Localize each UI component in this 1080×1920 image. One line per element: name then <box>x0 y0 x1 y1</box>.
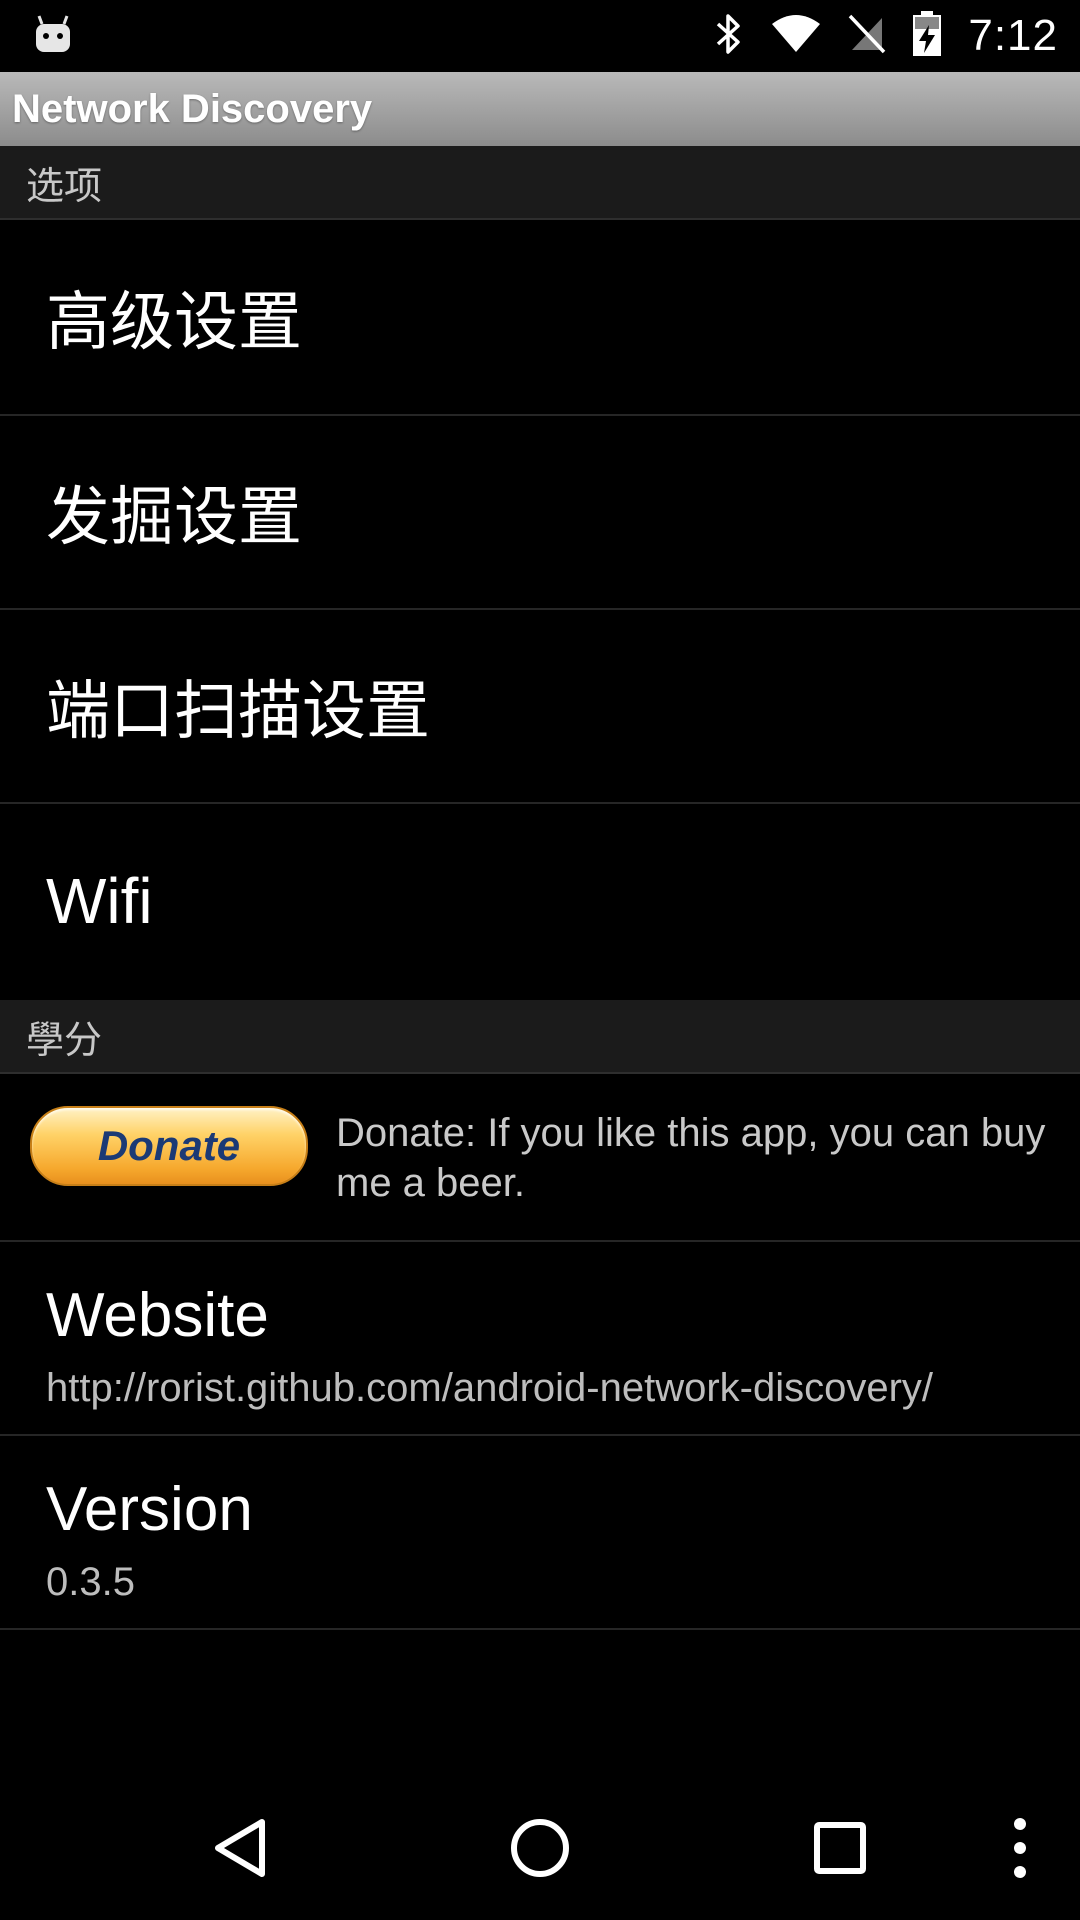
pref-title: Website <box>46 1281 269 1350</box>
overflow-menu-icon[interactable] <box>990 1776 1050 1920</box>
pref-advanced-settings[interactable]: 高级设置 <box>0 220 1080 416</box>
navigation-bar <box>0 1776 1080 1920</box>
bluetooth-icon <box>714 12 744 60</box>
recents-icon[interactable] <box>780 1776 900 1920</box>
app-title: Network Discovery <box>12 86 373 131</box>
donate-description: Donate: If you like this app, you can bu… <box>336 1111 1046 1205</box>
status-bar: 7:12 <box>0 0 1080 72</box>
pref-title: Version <box>46 1475 253 1544</box>
pref-wifi[interactable]: Wifi <box>0 804 1080 998</box>
pref-version[interactable]: Version 0.3.5 <box>0 1436 1080 1630</box>
donate-button[interactable]: Donate <box>30 1106 308 1186</box>
pref-port-scan-settings[interactable]: 端口扫描设置 <box>0 610 1080 804</box>
pref-title: 高级设置 <box>46 286 302 360</box>
pref-donate[interactable]: Donate Donate: If you like this app, you… <box>0 1074 1080 1242</box>
donate-button-label: Donate <box>97 1122 241 1169</box>
section-header-options: 选项 <box>0 146 1080 220</box>
section-title: 选项 <box>26 163 103 208</box>
pref-title: 端口扫描设置 <box>46 675 430 749</box>
pref-title: Wifi <box>46 865 153 937</box>
pref-summary: http://rorist.github.com/android-network… <box>46 1366 934 1410</box>
pref-title: 发掘设置 <box>46 481 302 555</box>
wifi-icon <box>770 14 822 58</box>
pref-summary: 0.3.5 <box>46 1560 135 1604</box>
pref-discovery-settings[interactable]: 发掘设置 <box>0 416 1080 610</box>
android-robot-icon <box>34 14 72 54</box>
section-title: 學分 <box>26 1017 103 1062</box>
battery-charging-icon <box>912 11 942 61</box>
clock: 7:12 <box>968 11 1058 60</box>
back-icon[interactable] <box>180 1776 300 1920</box>
action-bar: Network Discovery <box>0 72 1080 146</box>
no-sim-icon <box>848 14 886 58</box>
section-header-credits: 學分 <box>0 1000 1080 1074</box>
home-icon[interactable] <box>480 1776 600 1920</box>
status-icons: 7:12 <box>714 0 1058 72</box>
pref-website[interactable]: Website http://rorist.github.com/android… <box>0 1242 1080 1436</box>
